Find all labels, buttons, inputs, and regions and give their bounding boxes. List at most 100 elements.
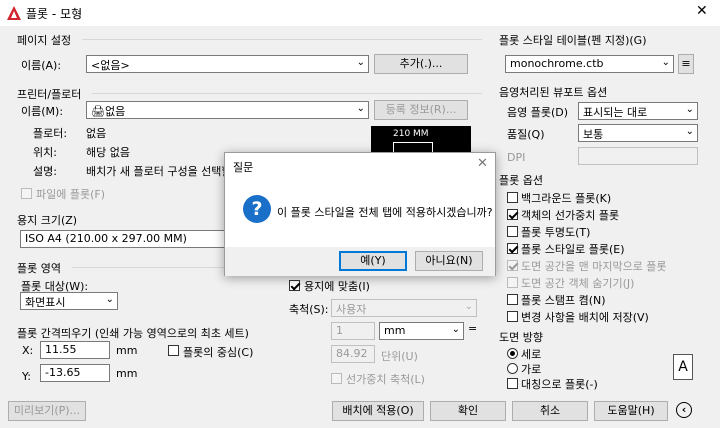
chevron-down-icon: ⌄ [685, 104, 694, 115]
center-plot-label: 플롯의 중심(C) [183, 346, 254, 359]
add-button[interactable]: 추가(.)... [374, 54, 468, 74]
plot-to-file-label: 파일에 플롯(F) [36, 188, 106, 201]
offset-y-unit: mm [116, 367, 138, 380]
offset-x-unit: mm [116, 344, 138, 357]
no-button[interactable]: 아니요(N) [415, 251, 483, 271]
properties-button[interactable]: 등록 정보(R)... [374, 100, 468, 120]
help-button[interactable]: 도움말(H) [594, 401, 668, 421]
question-icon: ? [243, 195, 271, 223]
option-label: 객체의 선가중치 플롯 [521, 209, 620, 222]
orientation-heading: 도면 방향 [499, 331, 543, 344]
close-icon[interactable]: ✕ [696, 3, 708, 19]
quality-label: 품질(Q) [507, 128, 545, 141]
description-value: 배치가 새 플로터 구성을 선택할 [86, 165, 232, 178]
dialog-button-bar: 예(Y) 아니요(N) [225, 247, 495, 276]
collapse-arrow-icon[interactable]: ‹ [676, 402, 692, 418]
paper-size-heading: 용지 크기(Z) [17, 214, 78, 227]
dialog-message: 이 플롯 스타일을 전체 탭에 적용하시겠습니까? [277, 206, 493, 219]
plotter-value: 없음 [86, 127, 107, 140]
preview-button[interactable]: 미리보기(P)... [8, 401, 86, 421]
option-checkbox[interactable] [507, 192, 518, 203]
option-label: 플롯 스탬프 켬(N) [521, 294, 606, 307]
option-label: 도면 공간을 맨 마지막으로 플롯 [521, 260, 667, 273]
landscape-label: 가로 [521, 363, 542, 376]
option-label: 도면 공간 객체 숨기기(J) [521, 277, 635, 290]
scale-lineweights-checkbox[interactable] [331, 373, 342, 384]
yes-button[interactable]: 예(Y) [339, 251, 407, 271]
offset-y-label: Y: [22, 370, 31, 383]
offset-x-input[interactable]: 11.55 [40, 341, 110, 359]
question-dialog: 질문 ✕ ? 이 플롯 스타일을 전체 탭에 적용하시겠습니까? 예(Y) 아니… [224, 152, 496, 276]
plot-style-table-heading: 플롯 스타일 테이블(펜 지정)(G) [499, 34, 647, 47]
option-checkbox[interactable] [507, 311, 518, 322]
location-label: 위치: [33, 146, 57, 159]
dpi-label: DPI [507, 151, 526, 164]
cancel-button[interactable]: 취소 [512, 401, 588, 421]
units-label: 단위(U) [381, 350, 418, 363]
printer-name-select[interactable]: 🖨없음 ⌄ [86, 101, 369, 119]
plotter-label: 플로터: [33, 127, 68, 140]
option-checkbox[interactable] [507, 209, 518, 220]
title-bar: 플롯 - 모형 ✕ [0, 0, 720, 26]
window-title: 플롯 - 모형 [26, 7, 83, 21]
chevron-down-icon: ⌄ [661, 57, 670, 68]
paper-preview-dimension: 210 MM [393, 129, 429, 139]
scale-select[interactable]: 사용자 ⌄ [331, 299, 477, 317]
scale-value2-input[interactable]: 84.92 [331, 345, 375, 363]
portrait-radio[interactable] [507, 348, 518, 359]
shaded-viewport-heading: 음영처리된 뷰포트 옵션 [499, 86, 608, 99]
shade-plot-select[interactable]: 표시되는 대로 ⌄ [578, 102, 698, 120]
option-label: 플롯 투명도(T) [521, 226, 591, 239]
chevron-down-icon: ⌄ [356, 103, 365, 114]
scale-unit-select[interactable]: mm ⌄ [379, 322, 464, 340]
quality-select[interactable]: 보통 ⌄ [578, 124, 698, 142]
equals-icon: = [468, 322, 478, 335]
fit-to-paper-label: 용지에 맞춤(I) [304, 280, 370, 293]
option-checkbox[interactable] [507, 260, 518, 271]
chevron-down-icon: ⌄ [451, 324, 460, 335]
page-setup-name-select[interactable]: <없음> ⌄ [86, 55, 369, 73]
portrait-label: 세로 [521, 348, 542, 361]
scale-lineweights-label: 선가중치 축척(L) [346, 373, 425, 386]
option-checkbox[interactable] [507, 294, 518, 305]
autocad-icon [7, 6, 21, 20]
printer-icon: 🖨 [91, 105, 105, 118]
printer-heading: 프린터/플로터 [17, 88, 82, 101]
shade-plot-label: 음영 플롯(D) [507, 106, 569, 119]
edit-plot-style-icon[interactable]: ≡ [678, 54, 694, 74]
plot-area-heading: 플롯 영역 [17, 262, 61, 275]
landscape-radio[interactable] [507, 363, 518, 374]
chevron-down-icon: ⌄ [356, 57, 365, 68]
description-label: 설명: [33, 165, 57, 178]
dialog-close-icon[interactable]: ✕ [477, 156, 488, 171]
apply-to-layout-button[interactable]: 배치에 적용(O) [332, 401, 424, 421]
option-label: 백그라운드 플롯(K) [521, 192, 612, 205]
upside-down-checkbox[interactable] [507, 378, 518, 389]
page-setup-name-label: 이름(A): [21, 59, 62, 72]
offset-y-input[interactable]: -13.65 [40, 364, 110, 382]
plot-options-heading: 플롯 옵션 [499, 174, 543, 187]
upside-down-label: 대칭으로 플롯(-) [521, 378, 598, 391]
ok-button[interactable]: 확인 [430, 401, 506, 421]
orientation-page-icon: A [673, 354, 693, 380]
paper-size-select[interactable]: ISO A4 (210.00 x 297.00 MM) [20, 230, 230, 248]
page-setup-heading: 페이지 설정 [17, 34, 72, 47]
chevron-down-icon: ⌄ [105, 294, 114, 305]
dpi-input[interactable] [578, 147, 698, 165]
fit-to-paper-checkbox[interactable] [289, 280, 300, 291]
option-checkbox[interactable] [507, 243, 518, 254]
option-checkbox[interactable] [507, 226, 518, 237]
printer-name-label: 이름(M): [21, 105, 64, 118]
scale-value1-input[interactable]: 1 [331, 322, 375, 340]
chevron-down-icon: ⌄ [464, 301, 473, 312]
scale-label: 축척(S): [289, 303, 329, 316]
center-plot-checkbox[interactable] [168, 345, 179, 356]
offset-x-label: X: [22, 344, 34, 357]
plot-style-table-select[interactable]: monochrome.ctb ⌄ [505, 55, 674, 73]
plot-to-file-checkbox[interactable] [21, 188, 32, 199]
option-checkbox[interactable] [507, 277, 518, 288]
chevron-down-icon: ⌄ [685, 126, 694, 137]
plot-offset-heading: 플롯 간격띄우기 (인쇄 가능 영역으로의 최초 세트) [17, 327, 249, 340]
plot-what-select[interactable]: 화면표시 ⌄ [20, 292, 118, 310]
location-value: 해당 없음 [86, 146, 130, 159]
